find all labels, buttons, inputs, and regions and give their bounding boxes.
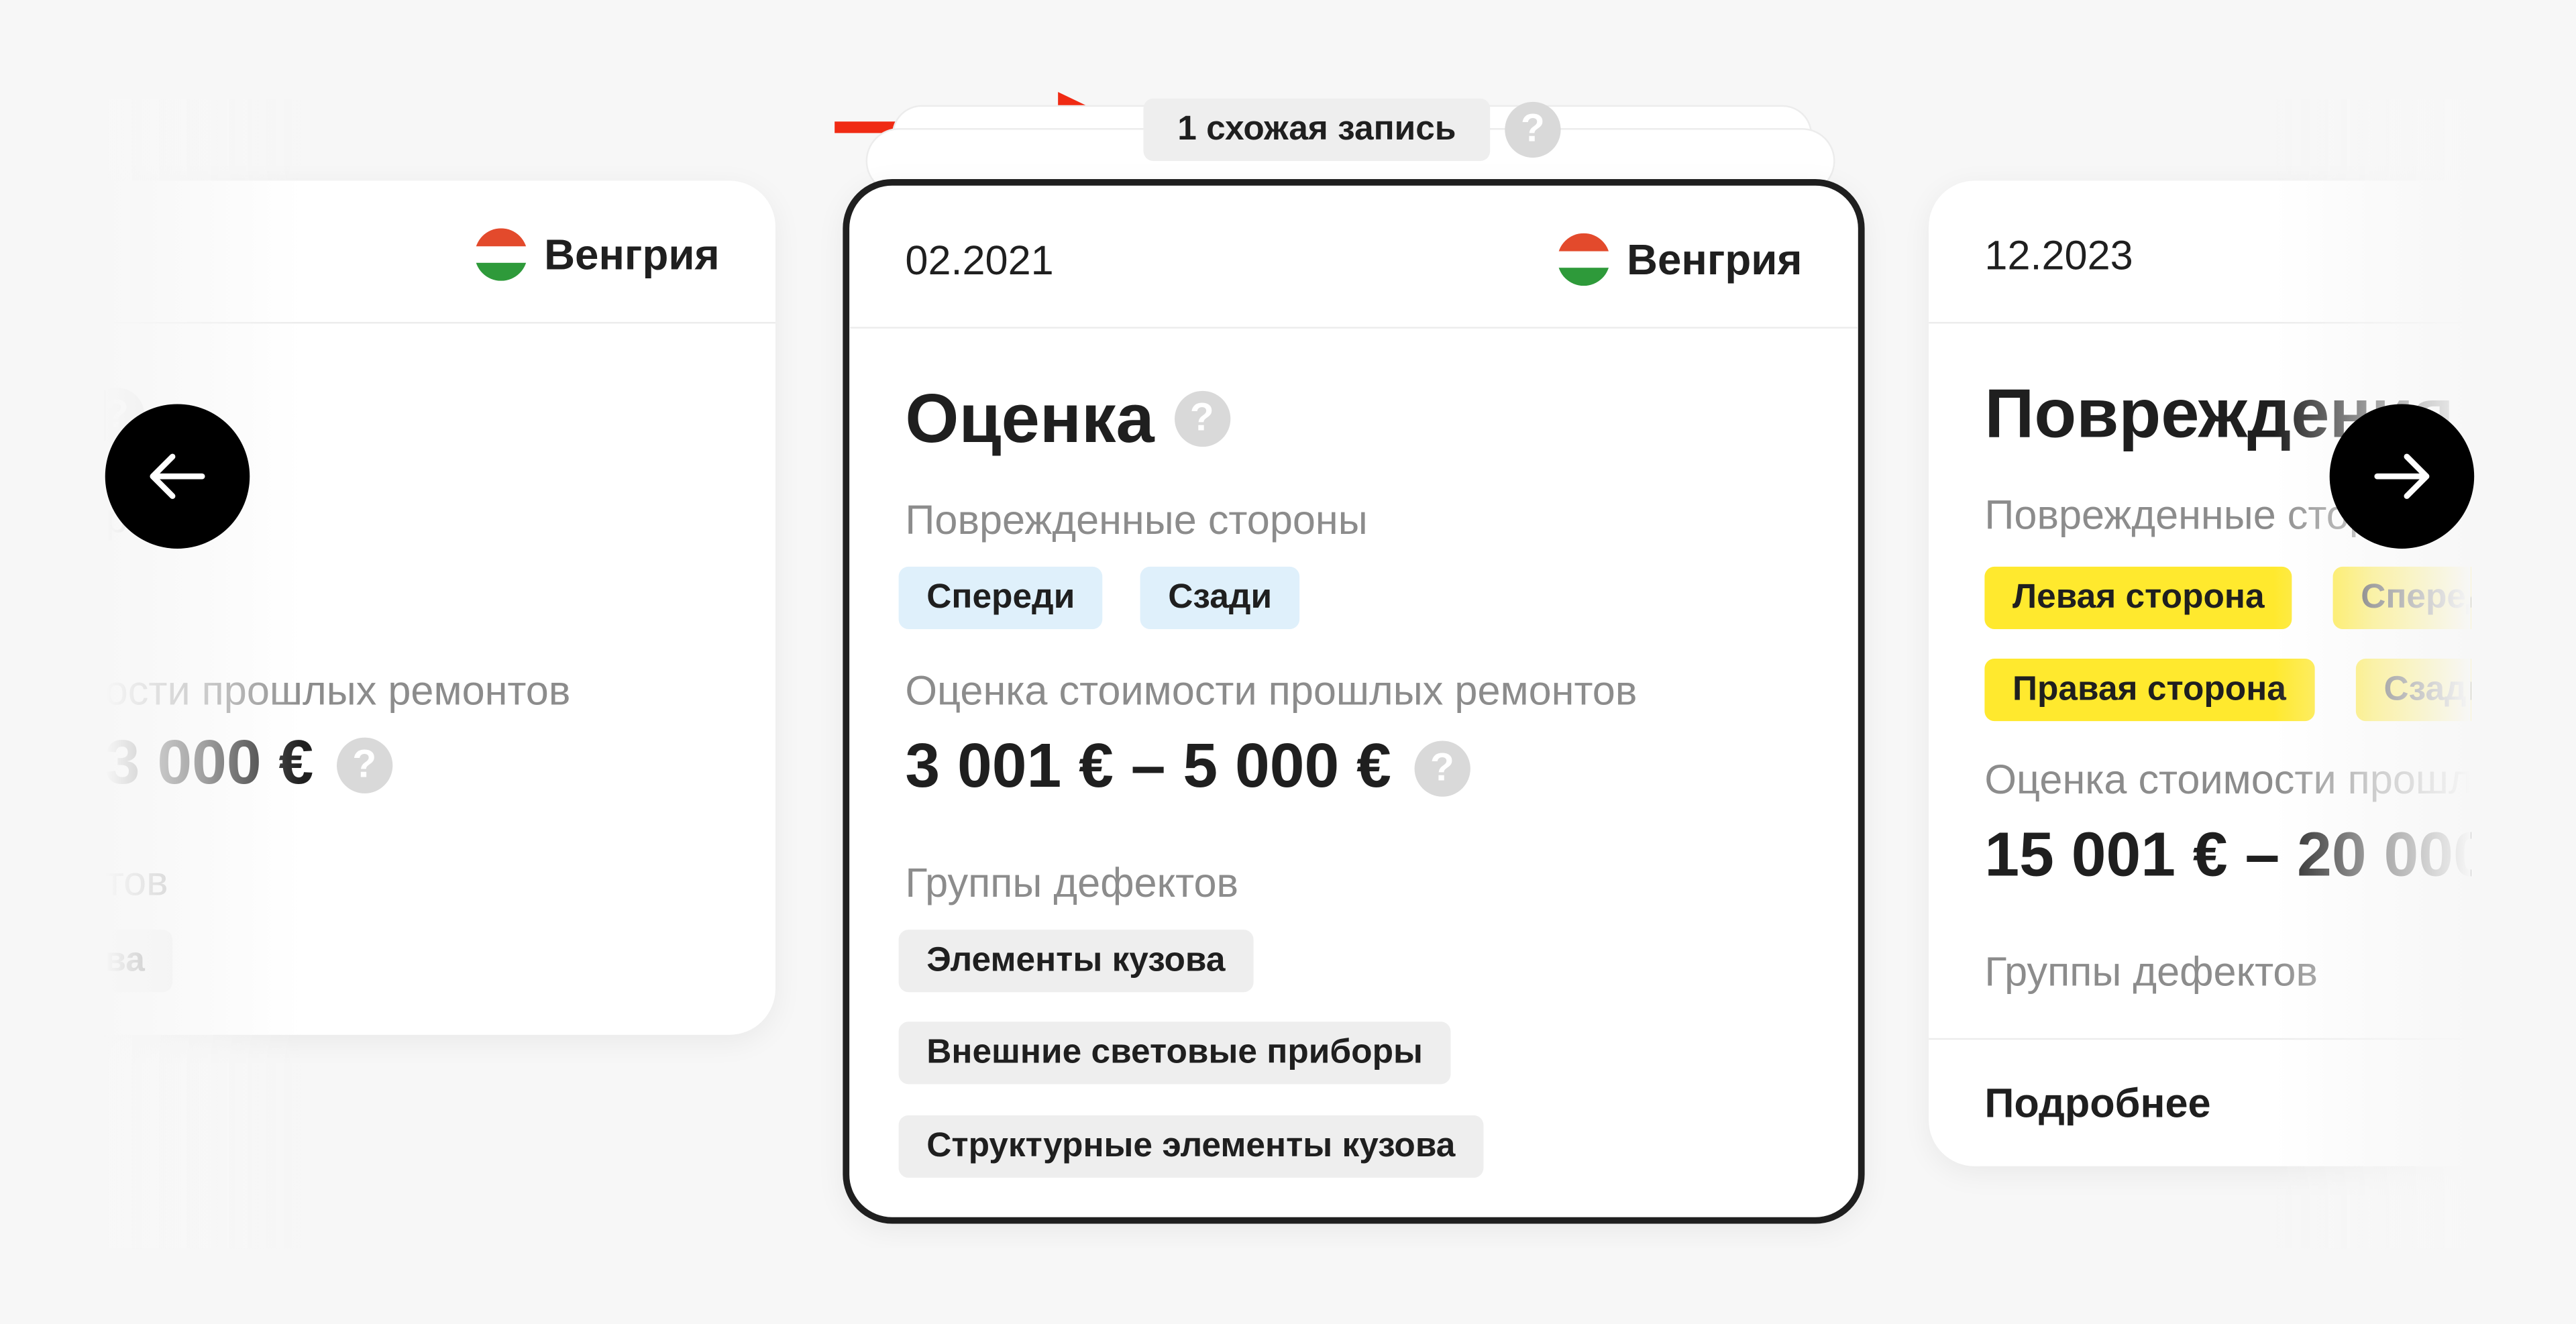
- price-text: 15 001 € – 20 000 €: [1984, 821, 2471, 891]
- repair-cost-label: Оценка стоимости прошлых ремонтов: [1984, 757, 2471, 804]
- card-header: Венгрия: [105, 180, 775, 324]
- repair-cost-value: 3 000 € ?: [105, 729, 392, 799]
- left-report-card[interactable]: Венгрия ? роны ости прошлых ремонтов 3 0…: [105, 180, 775, 1035]
- defect-groups-label: Группы дефектов: [1984, 949, 2318, 996]
- side-chip-rear: Сзади: [1140, 566, 1300, 629]
- price-text: 3 001 € – 5 000 €: [905, 732, 1391, 802]
- repair-cost-label: Оценка стоимости прошлых ремонтов: [905, 668, 1638, 715]
- repair-cost-label: ости прошлых ремонтов: [105, 668, 571, 715]
- active-report-card[interactable]: 02.2021 Венгрия Оценка ? Поврежденные ст…: [843, 178, 1865, 1224]
- sides-label: Поврежденные стороны: [905, 498, 1368, 544]
- defect-groups-label: Группы дефектов: [905, 861, 1239, 907]
- prev-button[interactable]: [105, 404, 250, 549]
- defect-group-chip: Элементы кузова: [898, 930, 1254, 993]
- price-text: 3 000 €: [105, 729, 314, 799]
- title-help-icon[interactable]: ?: [1174, 390, 1230, 447]
- report-date: 02.2021: [905, 238, 1054, 284]
- hungary-flag-icon: [475, 228, 528, 281]
- side-chip-front: Спереди: [898, 566, 1103, 629]
- side-chip-right: Правая сторона: [1984, 659, 2314, 722]
- repair-cost-value: 3 001 € – 5 000 € ?: [905, 732, 1470, 803]
- report-date: 12.2023: [1984, 233, 2133, 280]
- card-header: 12.2023: [1929, 180, 2471, 324]
- next-button[interactable]: [2329, 404, 2475, 549]
- side-chip-rear: Сзади: [2355, 659, 2471, 722]
- card-title: Оценка ?: [905, 380, 1230, 459]
- arrow-left-icon: [150, 453, 205, 499]
- defect-groups-label: тов: [105, 859, 168, 905]
- carousel-viewport: Венгрия ? роны ости прошлых ремонтов 3 0…: [105, 98, 2471, 1249]
- defect-group-chip: Структурные элементы кузова: [898, 1115, 1484, 1178]
- title-text: Оценка: [905, 379, 1155, 457]
- card-footer-divider: [1929, 1038, 2471, 1040]
- side-chip-front: Спереди: [2332, 566, 2471, 629]
- more-details-link[interactable]: Подробнее: [1984, 1081, 2210, 1128]
- hungary-flag-icon: [1558, 233, 1611, 286]
- arrow-right-icon: [2374, 453, 2430, 499]
- country-name: Венгрия: [544, 229, 720, 279]
- card-header: 02.2021 Венгрия: [849, 186, 1858, 329]
- defect-group-chip: ова: [105, 930, 173, 993]
- country: Венгрия: [1558, 233, 1803, 286]
- price-help-icon[interactable]: ?: [336, 736, 392, 793]
- right-report-card[interactable]: 12.2023 Повреждения Поврежденные стороны…: [1929, 180, 2471, 1166]
- side-chip-left: Левая сторона: [1984, 566, 2293, 629]
- carousel-stage: 1 схожая запись ? Венгрия ? роны ости пр…: [0, 0, 2576, 1324]
- repair-cost-value: 15 001 € – 20 000 €: [1984, 822, 2471, 892]
- country-name: Венгрия: [1626, 233, 1803, 284]
- price-help-icon[interactable]: ?: [1414, 740, 1470, 796]
- country: Венгрия: [475, 228, 720, 281]
- defect-group-chip: Внешние световые приборы: [898, 1022, 1451, 1085]
